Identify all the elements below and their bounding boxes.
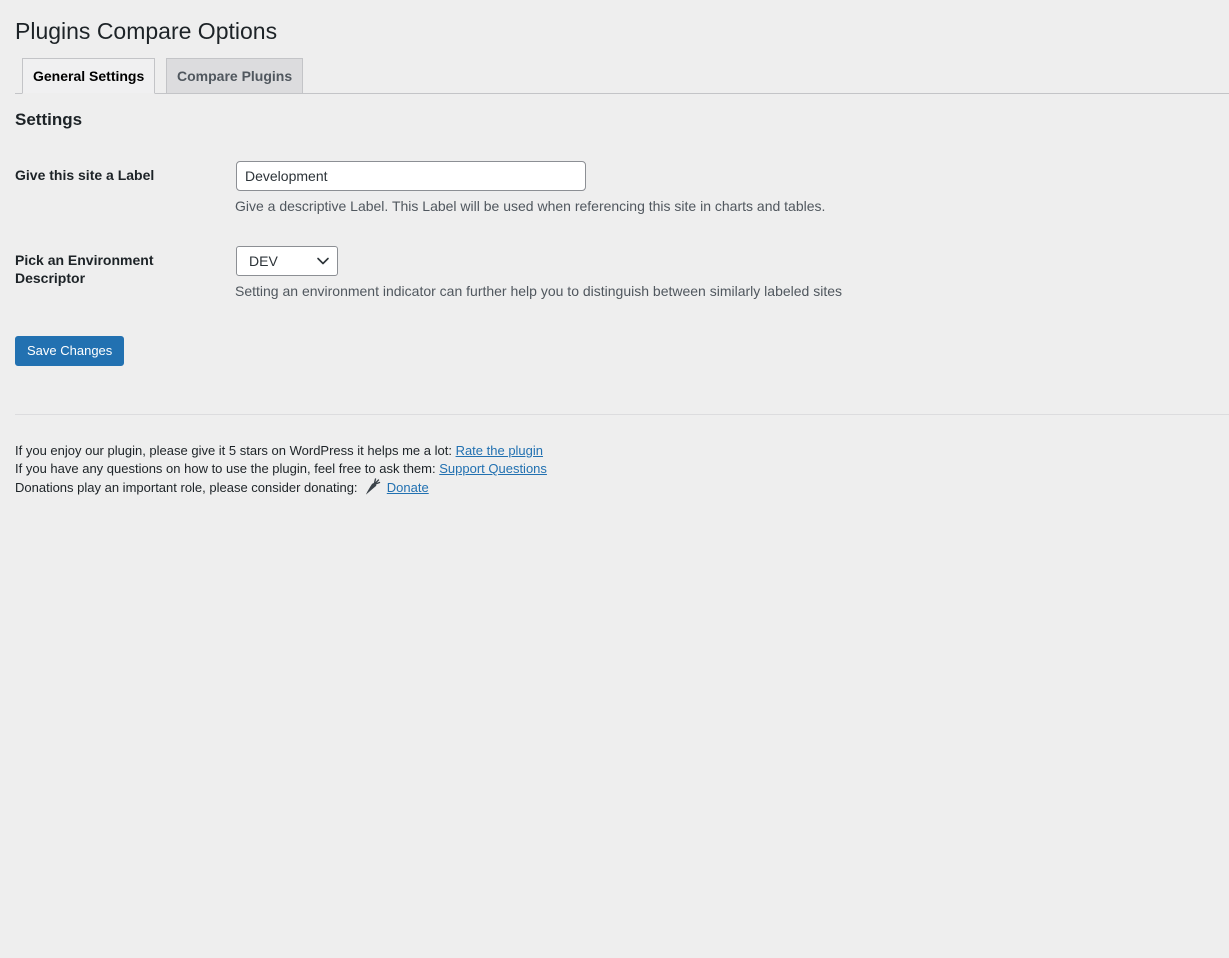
section-title: Settings xyxy=(15,110,83,129)
divider xyxy=(15,414,1229,415)
environment-description: Setting an environment indicator can fur… xyxy=(235,283,843,299)
site-label-description: Give a descriptive Label. This Label wil… xyxy=(235,198,826,214)
footer-donate-text: Donations play an important role, please… xyxy=(15,480,358,495)
environment-selected-value: DEV xyxy=(249,253,278,269)
tab-general-settings[interactable]: General Settings xyxy=(22,58,156,94)
nav-tabs: General Settings Compare Plugins xyxy=(15,58,1229,94)
rate-plugin-link[interactable]: Rate the plugin xyxy=(456,443,543,458)
support-questions-link[interactable]: Support Questions xyxy=(439,461,547,476)
chevron-down-icon xyxy=(317,257,329,265)
footer-support-line: If you have any questions on how to use … xyxy=(15,460,547,478)
donate-link[interactable]: Donate xyxy=(387,480,429,495)
site-label-field-label: Give this site a Label xyxy=(15,167,155,183)
site-label-input[interactable] xyxy=(236,161,586,191)
footer-support-text: If you have any questions on how to use … xyxy=(15,461,436,476)
footer-rate-text: If you enjoy our plugin, please give it … xyxy=(15,443,452,458)
environment-select[interactable]: DEV xyxy=(236,246,338,276)
tab-compare-plugins[interactable]: Compare Plugins xyxy=(166,58,304,94)
footer-rate-line: If you enjoy our plugin, please give it … xyxy=(15,442,543,460)
page-title: Plugins Compare Options xyxy=(15,18,278,44)
footer-donate-line: Donations play an important role, please… xyxy=(15,478,429,497)
environment-field-label: Pick an Environment Descriptor xyxy=(15,252,154,286)
settings-page: Plugins Compare Options General Settings… xyxy=(0,0,1229,958)
carrot-icon xyxy=(366,478,381,495)
save-changes-button[interactable]: Save Changes xyxy=(15,336,125,366)
